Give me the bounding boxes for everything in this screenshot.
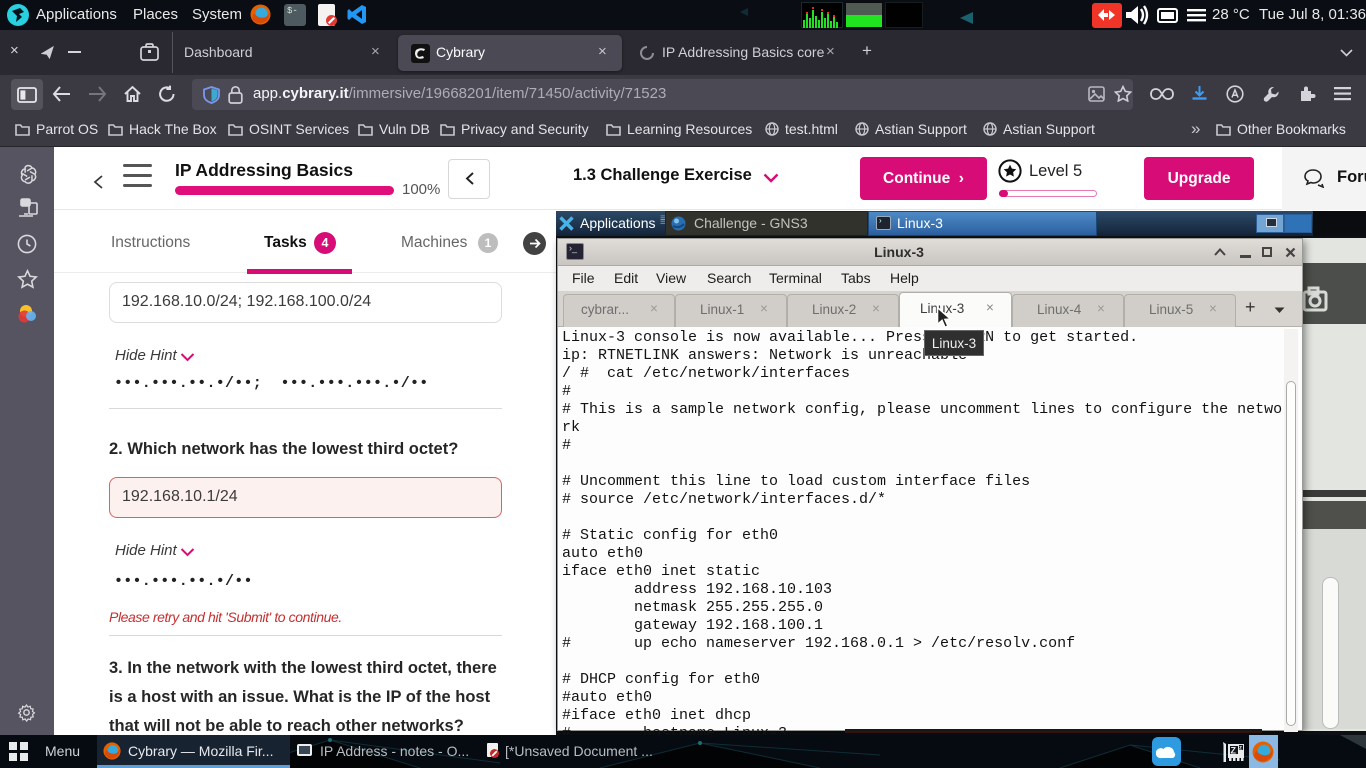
svg-text:z: z — [1239, 746, 1242, 752]
svg-text:Z: Z — [1231, 746, 1237, 756]
